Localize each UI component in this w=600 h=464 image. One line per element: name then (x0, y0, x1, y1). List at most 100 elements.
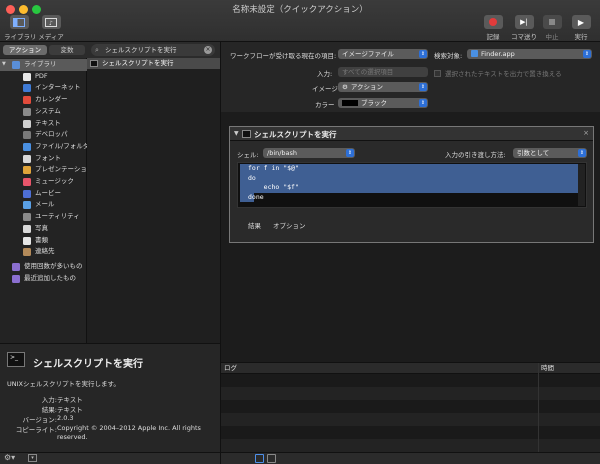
shell-label: シェル: (237, 151, 259, 159)
sidebar-item[interactable]: カレンダー (0, 94, 87, 106)
run-button[interactable]: ▶ 実行 (568, 15, 594, 41)
window-title: 名称未設定（クイックアクション） (232, 5, 368, 15)
description-toggle-icon[interactable]: ▾ (28, 454, 37, 462)
shell-script-action[interactable]: ▼ シェルスクリプトを実行 × シェル: /bin/bash ⇕ 入力の引き渡し方… (229, 126, 594, 243)
sidebar-item[interactable]: システム (0, 106, 87, 118)
presentation-icon (23, 166, 31, 175)
code-line: for f in "$@" (240, 164, 578, 174)
document-icon (23, 236, 31, 245)
replace-text-checkbox: 選択されたテキストを出力で置き換える (434, 68, 562, 78)
receives-select[interactable]: イメージファイル ⇕ (338, 49, 428, 59)
pass-input-select[interactable]: 引数として ⇕ (513, 148, 587, 158)
split-view-icon[interactable] (267, 454, 276, 463)
finder-icon (471, 50, 478, 57)
sidebar-item[interactable]: 写真 (0, 223, 87, 235)
sidebar-item-label: ファイル/フォルダ (35, 141, 90, 150)
media-button[interactable]: ♪ メディア (36, 15, 66, 41)
workflow-bottom-bar (220, 452, 600, 464)
sidebar-item-label: ライブラリ (24, 60, 57, 68)
record-button[interactable]: 記録 (480, 15, 506, 41)
sidebar-item-label: 最近追加したもの (24, 273, 76, 282)
action-title: シェルスクリプトを実行 (254, 130, 337, 139)
chevron-updown-icon: ⇕ (583, 50, 591, 58)
scrollbar[interactable] (578, 164, 585, 206)
gear-icon[interactable]: ⚙▾ (4, 453, 15, 462)
color-swatch (342, 100, 358, 106)
log-panel: ログ 時間 (220, 362, 600, 453)
script-editor[interactable]: for f in "$@" do echo "$f" done (237, 162, 587, 208)
shell-select[interactable]: /bin/bash ⇕ (263, 148, 355, 158)
sidebar-item[interactable]: ムービー (0, 188, 87, 200)
step-button[interactable]: ▶| コマ送り (510, 15, 538, 41)
folder-icon (23, 142, 31, 151)
action-list-item[interactable]: シェルスクリプトを実行 (87, 58, 220, 69)
disclosure-triangle-icon[interactable]: ▼ (234, 130, 239, 137)
search-target-select[interactable]: Finder.app ⇕ (467, 49, 592, 59)
title-toolbar: 名称未設定（クイックアクション） ライブラリ ♪ メディア 記録 ▶| コマ送り… (0, 0, 600, 42)
sidebar-item[interactable]: テキスト (0, 118, 87, 130)
library-button[interactable]: ライブラリ (4, 15, 37, 41)
input-label: 入力: (317, 70, 333, 78)
sidebar-item-label: PDF (35, 71, 48, 80)
sidebar-item[interactable]: ミュージック (0, 176, 87, 188)
image-select[interactable]: ⚙ アクション ⇕ (338, 82, 428, 92)
sidebar-item-label: 使用回数が多いもの (24, 261, 83, 270)
log-row (221, 400, 600, 413)
tab-options[interactable]: オプション (273, 220, 306, 230)
automator-window: 名称未設定（クイックアクション） ライブラリ ♪ メディア 記録 ▶| コマ送り… (0, 0, 600, 464)
disclosure-triangle-icon[interactable]: ▼ (2, 59, 6, 71)
terminal-icon: >_ (7, 352, 25, 367)
close-icon[interactable]: × (583, 129, 589, 137)
utility-icon (23, 213, 31, 222)
sidebar-item[interactable]: ファイル/フォルダ (0, 141, 90, 153)
mail-icon (23, 201, 31, 210)
chevron-updown-icon: ⇕ (419, 83, 427, 91)
sidebar-item[interactable]: PDF (0, 71, 87, 83)
color-select[interactable]: ブラック ⇕ (338, 98, 428, 108)
system-icon (23, 107, 31, 116)
stop-icon (542, 15, 562, 29)
log-row (221, 387, 600, 400)
sidebar-item[interactable]: プレゼンテーション (0, 164, 93, 176)
sidebar-item[interactable]: インターネット (0, 82, 87, 94)
search-input[interactable]: ⌕ シェルスクリプトを実行 × (91, 44, 215, 56)
library-tabs-bar: アクション 変数 ⌕ シェルスクリプトを実行 × (0, 42, 220, 58)
color-label: カラー (315, 101, 335, 109)
sidebar-item[interactable]: フォント (0, 153, 87, 165)
receives-label: ワークフローが受け取る現在の項目: (230, 52, 337, 60)
sidebar-item-label: ムービー (35, 188, 61, 197)
workflow-canvas: ▼ シェルスクリプトを実行 × シェル: /bin/bash ⇕ 入力の引き渡し方… (220, 112, 600, 362)
sidebar-item[interactable]: 書類 (0, 235, 87, 247)
stop-button[interactable]: 中止 (540, 15, 564, 41)
list-view-icon[interactable] (255, 454, 264, 463)
search-icon: ⌕ (95, 46, 99, 54)
terminal-icon (242, 130, 251, 138)
chevron-updown-icon: ⇕ (419, 50, 427, 58)
log-row (221, 439, 600, 452)
tab-actions[interactable]: アクション (3, 45, 47, 55)
sidebar-item[interactable]: ユーティリティ (0, 211, 87, 223)
play-icon: ▶ (571, 15, 591, 29)
sidebar-bottom-bar: ⚙▾ ▾ (0, 452, 220, 464)
tab-variables[interactable]: 変数 (49, 45, 85, 55)
sidebar-item-label: 写真 (35, 223, 48, 232)
sidebar-item-label: ミュージック (35, 177, 74, 185)
log-column-header[interactable]: ログ (224, 363, 237, 374)
tab-results[interactable]: 結果 (248, 220, 261, 230)
sidebar-item[interactable]: デベロッパ (0, 129, 87, 141)
sidebar-item[interactable]: ▼ ライブラリ (0, 59, 87, 71)
log-row (221, 413, 600, 426)
sidebar-item[interactable]: 連絡先 (0, 246, 87, 258)
sidebar-item-label: 書類 (35, 235, 48, 244)
sidebar-item-label: 連絡先 (35, 247, 55, 256)
chevron-updown-icon: ⇕ (419, 99, 427, 107)
sidebar-item-label: システム (35, 106, 61, 115)
time-column-header[interactable]: 時間 (541, 363, 554, 374)
contacts-icon (23, 248, 31, 257)
input-select: すべての選択項目 (338, 67, 428, 77)
clear-search-icon[interactable]: × (204, 46, 212, 54)
sidebar-item[interactable]: メール (0, 199, 87, 211)
media-icon: ♪ (41, 15, 61, 29)
sidebar-item[interactable]: 使用回数が多いもの (0, 261, 87, 273)
sidebar-item[interactable]: 最近追加したもの (0, 273, 87, 285)
